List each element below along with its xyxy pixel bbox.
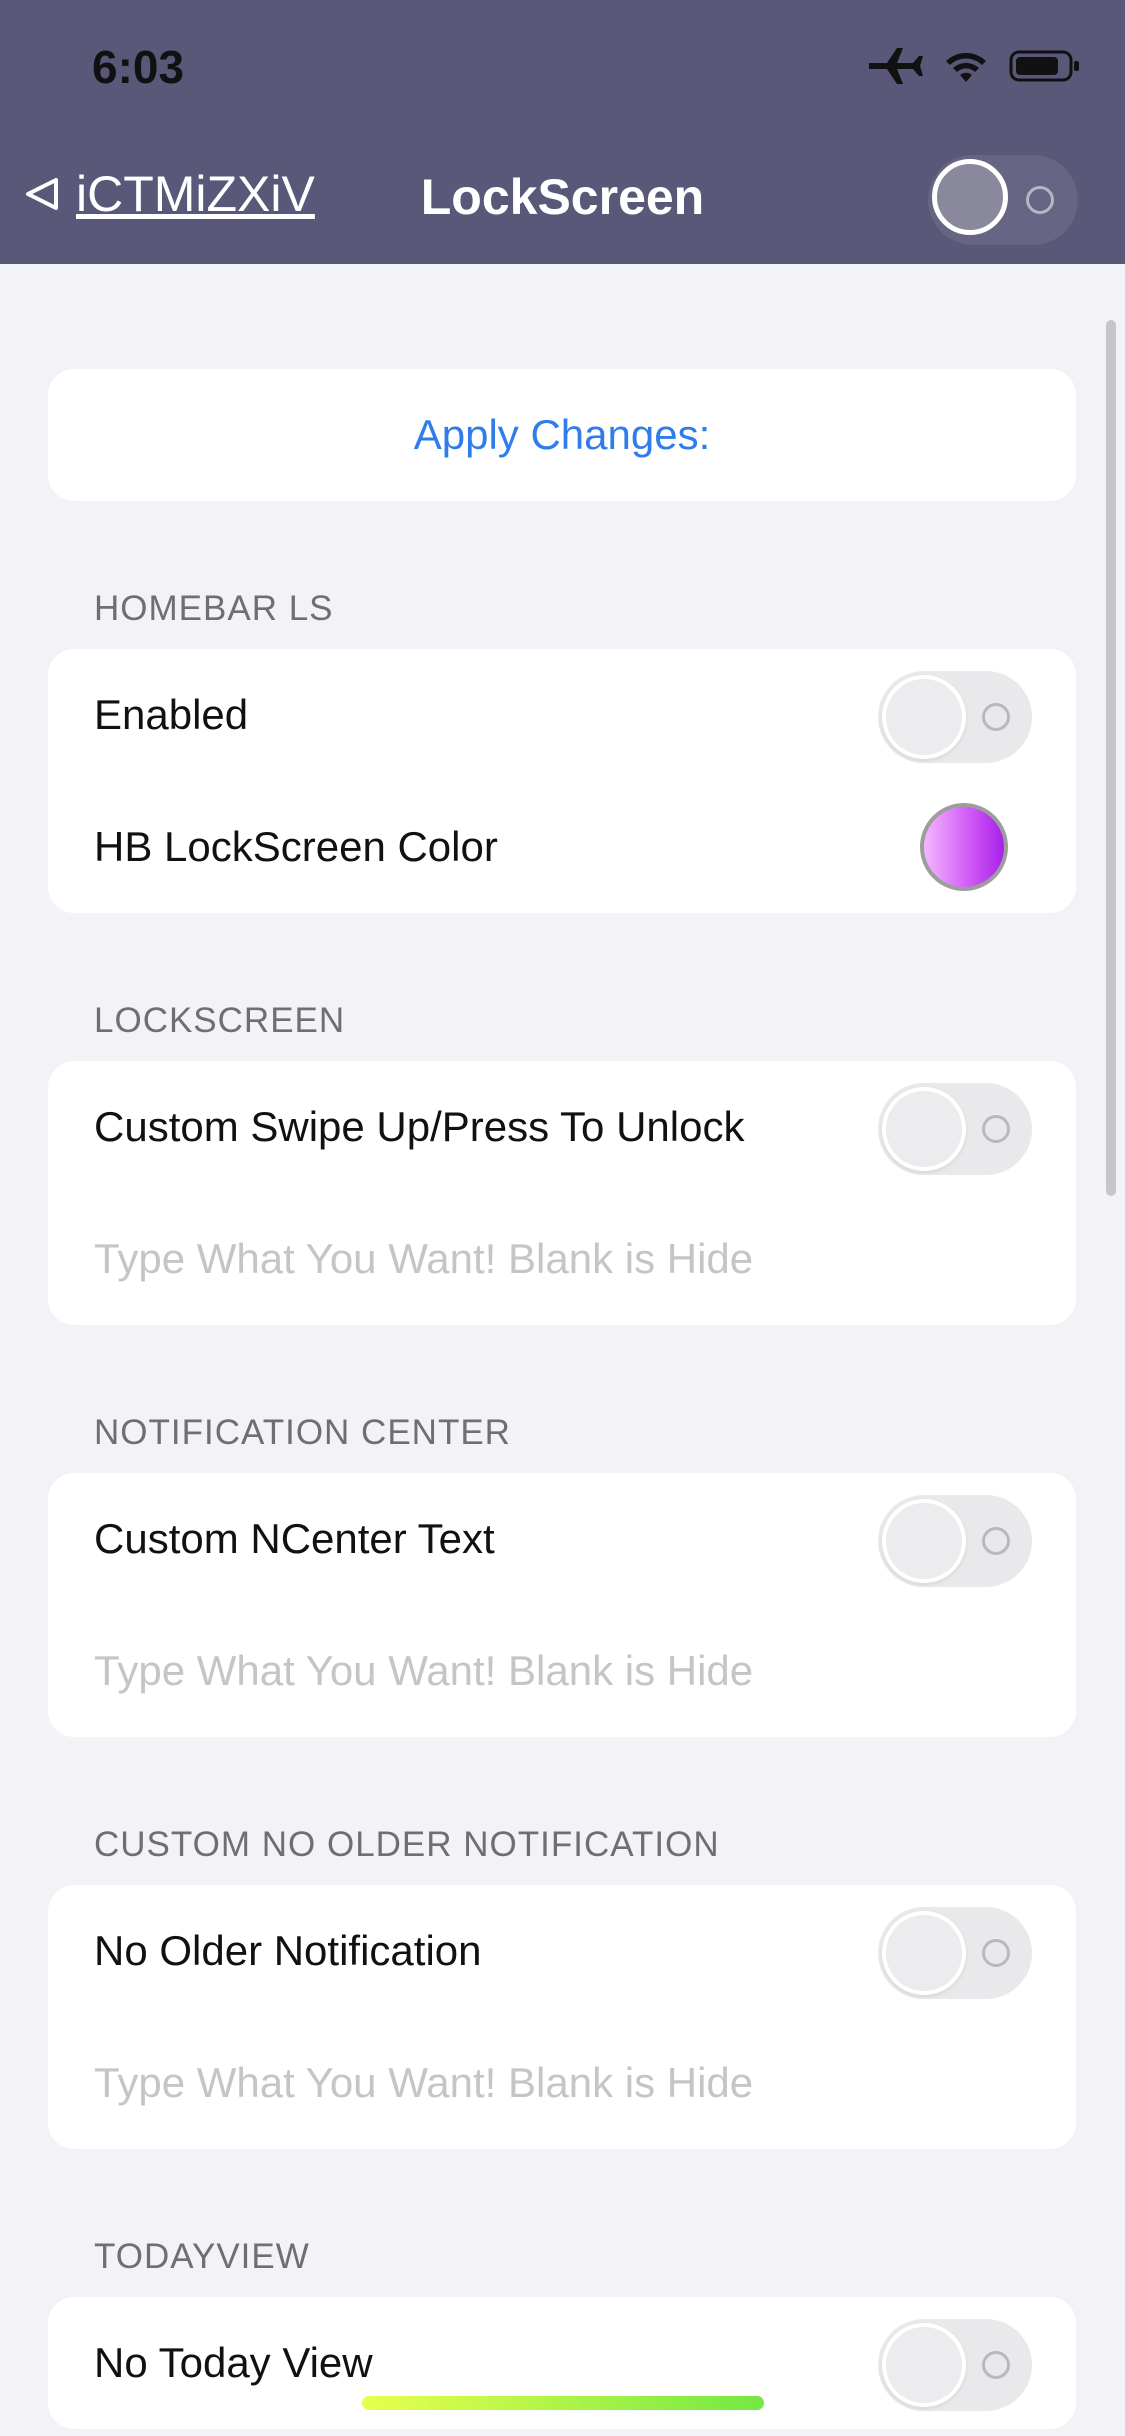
- homebar-card: Enabled HB LockScreen Color: [48, 649, 1076, 913]
- toggle-knob: [882, 675, 966, 759]
- ncenter-text-input[interactable]: [94, 1605, 994, 1737]
- scrollbar[interactable]: [1106, 320, 1116, 1196]
- no-older-card: No Older Notification: [48, 1885, 1076, 2149]
- lockscreen-card: Custom Swipe Up/Press To Unlock: [48, 1061, 1076, 1325]
- row-custom-unlock: Custom Swipe Up/Press To Unlock: [48, 1061, 1076, 1193]
- toggle-knob: [882, 1087, 966, 1171]
- hb-color-label: HB LockScreen Color: [94, 823, 498, 870]
- section-title-homebar: HOMEBAR LS: [94, 589, 334, 628]
- toggle-off-indicator-icon: [982, 1939, 1010, 1967]
- row-no-older-input: [48, 2017, 1076, 2149]
- toggle-knob: [882, 2323, 966, 2407]
- no-older-toggle[interactable]: [878, 1907, 1032, 1999]
- custom-unlock-toggle[interactable]: [878, 1083, 1032, 1175]
- enabled-label: Enabled: [94, 691, 249, 738]
- section-title-lockscreen: LOCKSCREEN: [94, 1001, 346, 1040]
- custom-unlock-label: Custom Swipe Up/Press To Unlock: [94, 1103, 745, 1150]
- row-no-older: No Older Notification: [48, 1885, 1076, 2017]
- section-title-no-older: CUSTOM NO OLDER NOTIFICATION: [94, 1825, 720, 1864]
- row-hb-color: HB LockScreen Color: [48, 781, 1076, 913]
- ncenter-text-label: Custom NCenter Text: [94, 1515, 495, 1562]
- row-ncenter-text: Custom NCenter Text: [48, 1473, 1076, 1605]
- back-triangle-icon: [26, 178, 58, 210]
- header-toggle[interactable]: [928, 155, 1078, 245]
- no-older-text-input[interactable]: [94, 2017, 994, 2149]
- unlock-text-input[interactable]: [94, 1193, 994, 1325]
- ncenter-text-toggle[interactable]: [878, 1495, 1032, 1587]
- section-title-notification-center: NOTIFICATION CENTER: [94, 1413, 511, 1452]
- toggle-off-indicator-icon: [982, 703, 1010, 731]
- status-icons: [867, 46, 1081, 86]
- no-today-view-toggle[interactable]: [878, 2319, 1032, 2411]
- status-time: 6:03: [92, 41, 185, 93]
- airplane-icon: [869, 48, 923, 84]
- toggle-knob: [882, 1911, 966, 1995]
- battery-icon: [1009, 50, 1079, 82]
- toggle-off-indicator-icon: [982, 1527, 1010, 1555]
- settings-page: 6:03 iCTMiZXiV LockScreen Apply Changes:…: [0, 0, 1125, 2436]
- hb-color-swatch[interactable]: [920, 803, 1008, 891]
- toggle-off-indicator-icon: [982, 2351, 1010, 2379]
- toggle-knob: [932, 159, 1008, 235]
- row-unlock-text: [48, 1193, 1076, 1325]
- no-today-view-label: No Today View: [94, 2339, 373, 2386]
- wifi-icon: [946, 53, 986, 82]
- back-label: iCTMiZXiV: [76, 166, 315, 222]
- notification-center-card: Custom NCenter Text: [48, 1473, 1076, 1737]
- back-button[interactable]: iCTMiZXiV: [22, 165, 315, 223]
- home-indicator[interactable]: [362, 2396, 764, 2410]
- toggle-off-indicator-icon: [1026, 186, 1054, 214]
- section-title-todayview: TODAYVIEW: [94, 2237, 310, 2276]
- toggle-knob: [882, 1499, 966, 1583]
- apply-changes-button[interactable]: Apply Changes:: [48, 369, 1076, 501]
- header: 6:03 iCTMiZXiV LockScreen: [0, 0, 1125, 264]
- toggle-off-indicator-icon: [982, 1115, 1010, 1143]
- row-ncenter-input: [48, 1605, 1076, 1737]
- enabled-toggle[interactable]: [878, 671, 1032, 763]
- row-enabled: Enabled: [48, 649, 1076, 781]
- no-older-label: No Older Notification: [94, 1927, 482, 1974]
